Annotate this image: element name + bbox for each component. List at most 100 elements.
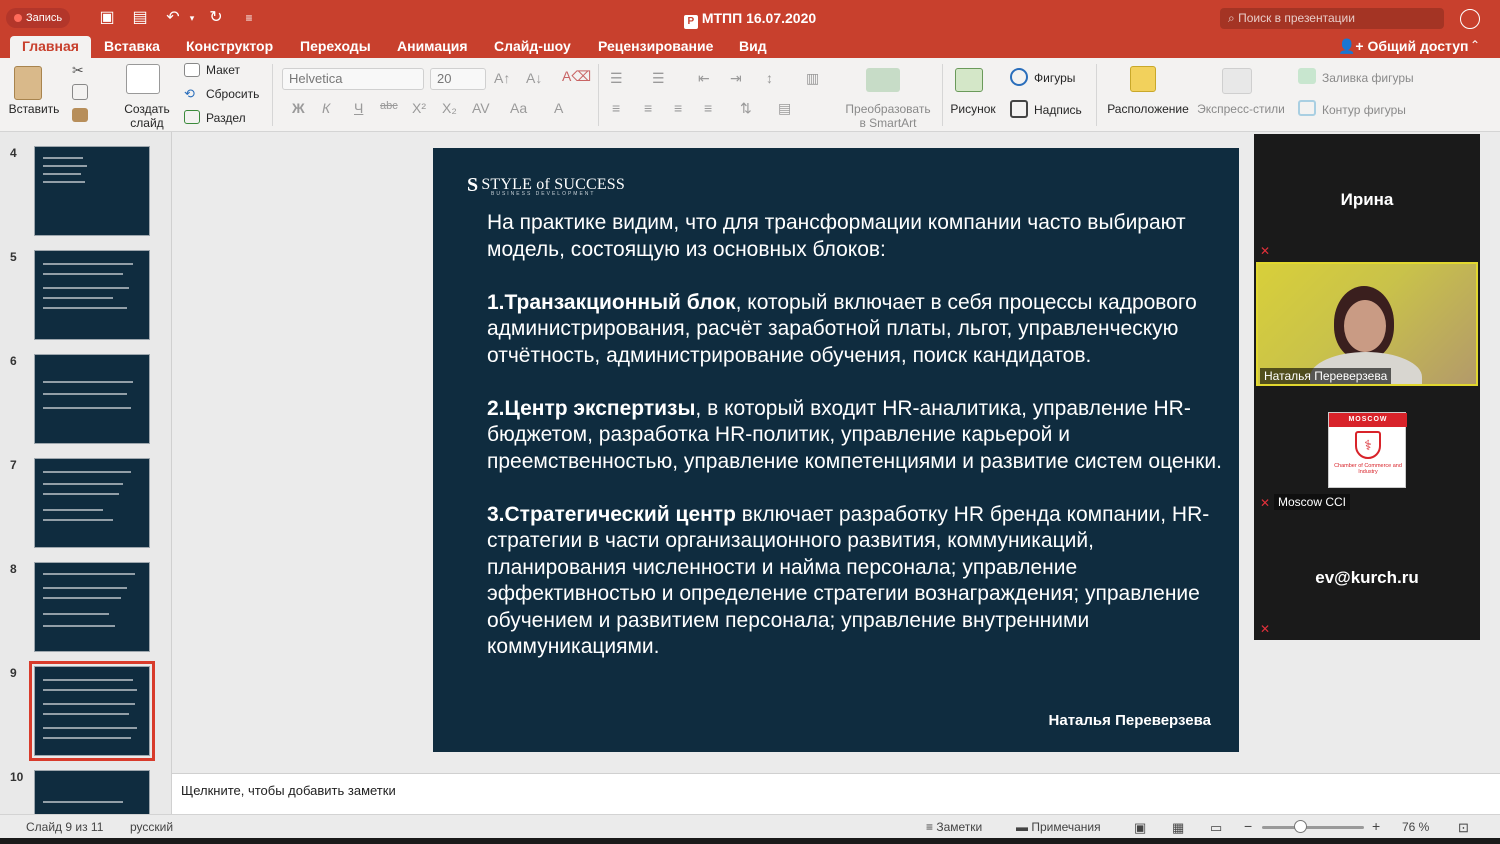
align-center-icon[interactable]: ≡	[644, 100, 652, 116]
line-spacing-icon[interactable]: ↕	[766, 70, 773, 86]
text-direction-icon[interactable]: ⇅	[740, 100, 752, 117]
thumbnail-number: 9	[10, 666, 17, 680]
thumbnail-number: 4	[10, 146, 17, 160]
decrease-indent-icon[interactable]: ⇤	[698, 70, 710, 87]
slide-thumbnail-5[interactable]	[34, 250, 150, 340]
account-avatar-icon[interactable]	[1460, 9, 1480, 29]
columns-icon[interactable]: ▥	[806, 70, 819, 87]
zoom-slider[interactable]	[1262, 826, 1364, 829]
zoom-in-icon[interactable]: +	[1372, 818, 1380, 834]
participant-label[interactable]: Moscow CCI	[1274, 494, 1351, 510]
language-indicator[interactable]: русский	[130, 820, 173, 834]
tab-home[interactable]: Главная	[10, 36, 91, 58]
bullets-icon[interactable]: ☰	[610, 70, 623, 87]
search-input[interactable]: ⌕ Поиск в презентации	[1220, 8, 1444, 29]
subscript-icon[interactable]: X₂	[442, 100, 457, 116]
tab-insert[interactable]: Вставка	[92, 36, 172, 58]
format-painter-icon[interactable]	[72, 108, 88, 122]
ribbon-divider	[598, 64, 599, 126]
zoom-out-icon[interactable]: −	[1244, 818, 1252, 834]
section-button[interactable]: Раздел	[206, 111, 246, 125]
font-name-select[interactable]: Helvetica	[282, 68, 424, 90]
numbering-icon[interactable]: ☰	[652, 70, 665, 87]
slide-block-1: 1.Транзакционный блок, который включает …	[487, 290, 1227, 370]
notes-field[interactable]: Щелкните, чтобы добавить заметки	[172, 773, 1500, 814]
font-color-icon[interactable]: A	[554, 100, 563, 116]
decrease-font-icon[interactable]: A↓	[526, 70, 542, 86]
slide-thumbnail-4[interactable]	[34, 146, 150, 236]
fit-to-window-icon[interactable]: ⊡	[1458, 820, 1469, 836]
smartart-icon[interactable]	[866, 68, 900, 92]
clear-formatting-icon[interactable]: A⌫	[562, 68, 591, 85]
zoom-slider-handle[interactable]	[1294, 820, 1308, 833]
slide-thumbnail-9[interactable]	[29, 661, 155, 761]
cut-icon[interactable]: ✂	[72, 62, 88, 78]
slide-thumbnail-7[interactable]	[34, 458, 150, 548]
change-case-icon[interactable]: Aa	[510, 100, 527, 116]
tab-animations[interactable]: Анимация	[385, 36, 480, 58]
notes-toggle[interactable]: ≡ Заметки	[926, 820, 982, 834]
title-bar: Запись ▣ ▤ ↶ ▾ ↻ ≡ P МТПП 16.07.2020 ⌕ По…	[0, 0, 1500, 36]
slide-canvas[interactable]: S STYLE of SUCCESS BUSINESS DEVELOPMENT Н…	[433, 148, 1239, 752]
arrange-button[interactable]: Расположение	[1104, 102, 1192, 116]
slide-thumbnails-pane[interactable]: 4 5 6 7 8 9 10	[0, 132, 172, 814]
participant-tile-irina[interactable]: Ирина ✕	[1254, 134, 1480, 260]
character-spacing-icon[interactable]: AV	[472, 100, 490, 116]
arrange-icon[interactable]	[1130, 66, 1156, 92]
slide-sorter-icon[interactable]: ▦	[1172, 820, 1184, 836]
quick-styles-icon[interactable]	[1222, 68, 1252, 94]
underline-icon[interactable]: Ч	[354, 100, 363, 116]
notes-icon: ≡	[926, 820, 937, 834]
thumbnail-line	[43, 587, 127, 589]
picture-button[interactable]: Рисунок	[946, 102, 1000, 116]
tab-view[interactable]: Вид	[727, 36, 779, 58]
copy-icon[interactable]	[72, 84, 88, 100]
paste-icon[interactable]	[14, 66, 42, 100]
normal-view-icon[interactable]: ▣	[1134, 820, 1146, 836]
align-text-icon[interactable]: ▤	[778, 100, 791, 117]
increase-indent-icon[interactable]: ⇥	[730, 70, 742, 87]
align-left-icon[interactable]: ≡	[612, 100, 620, 116]
tab-review[interactable]: Рецензирование	[586, 36, 725, 58]
justify-icon[interactable]: ≡	[704, 100, 712, 116]
slide-body-text[interactable]: На практике видим, что для трансформации…	[487, 210, 1227, 687]
font-size-select[interactable]: 20	[430, 68, 486, 90]
slide-thumbnail-10[interactable]	[34, 770, 150, 814]
tab-slideshow[interactable]: Слайд-шоу	[482, 36, 583, 58]
textbox-button[interactable]: Надпись	[1034, 103, 1082, 117]
picture-icon[interactable]	[955, 68, 983, 92]
ribbon-divider	[1096, 64, 1097, 126]
bold-icon[interactable]: Ж	[292, 100, 305, 116]
slide-intro: На практике видим, что для трансформации…	[487, 211, 1186, 261]
increase-font-icon[interactable]: A↑	[494, 70, 510, 86]
slide-thumbnail-8[interactable]	[34, 562, 150, 652]
convert-smartart-button[interactable]: Преобразовать в SmartArt	[840, 102, 936, 130]
superscript-icon[interactable]: X²	[412, 100, 426, 116]
slide-thumbnail-6[interactable]	[34, 354, 150, 444]
shapes-button[interactable]: Фигуры	[1034, 71, 1075, 85]
shape-fill-button[interactable]: Заливка фигуры	[1322, 71, 1414, 85]
video-call-panel: Ирина ✕ Наталья Переверзева MOSCOW ⚕ Cha…	[1254, 134, 1480, 640]
collapse-ribbon-icon[interactable]: ⌃	[1470, 38, 1480, 52]
share-button[interactable]: 👤+ Общий доступ	[1338, 36, 1468, 56]
layout-button[interactable]: Макет	[206, 63, 240, 77]
strikethrough-icon[interactable]: abc	[380, 100, 398, 112]
zoom-level[interactable]: 76 %	[1402, 820, 1429, 834]
italic-icon[interactable]: К	[322, 100, 330, 116]
align-right-icon[interactable]: ≡	[674, 100, 682, 116]
reset-button[interactable]: Сбросить	[206, 87, 259, 101]
participant-video-natalya[interactable]: Наталья Переверзева	[1256, 262, 1478, 386]
quick-styles-button[interactable]: Экспресс-стили	[1194, 102, 1288, 116]
shape-outline-button[interactable]: Контур фигуры	[1322, 103, 1406, 117]
participant-name[interactable]: ev@kurch.ru	[1254, 568, 1480, 588]
new-slide-icon[interactable]	[126, 64, 160, 94]
tab-transitions[interactable]: Переходы	[288, 36, 383, 58]
participant-name: Ирина	[1340, 190, 1394, 209]
tab-design[interactable]: Конструктор	[174, 36, 285, 58]
reading-view-icon[interactable]: ▭	[1210, 820, 1222, 836]
comments-toggle[interactable]: ▬ Примечания	[1016, 820, 1101, 834]
new-slide-button[interactable]: Создать слайд	[120, 102, 174, 130]
thumbnail-line	[43, 625, 115, 627]
layout-icon	[184, 63, 200, 77]
paste-button[interactable]: Вставить	[6, 102, 62, 116]
